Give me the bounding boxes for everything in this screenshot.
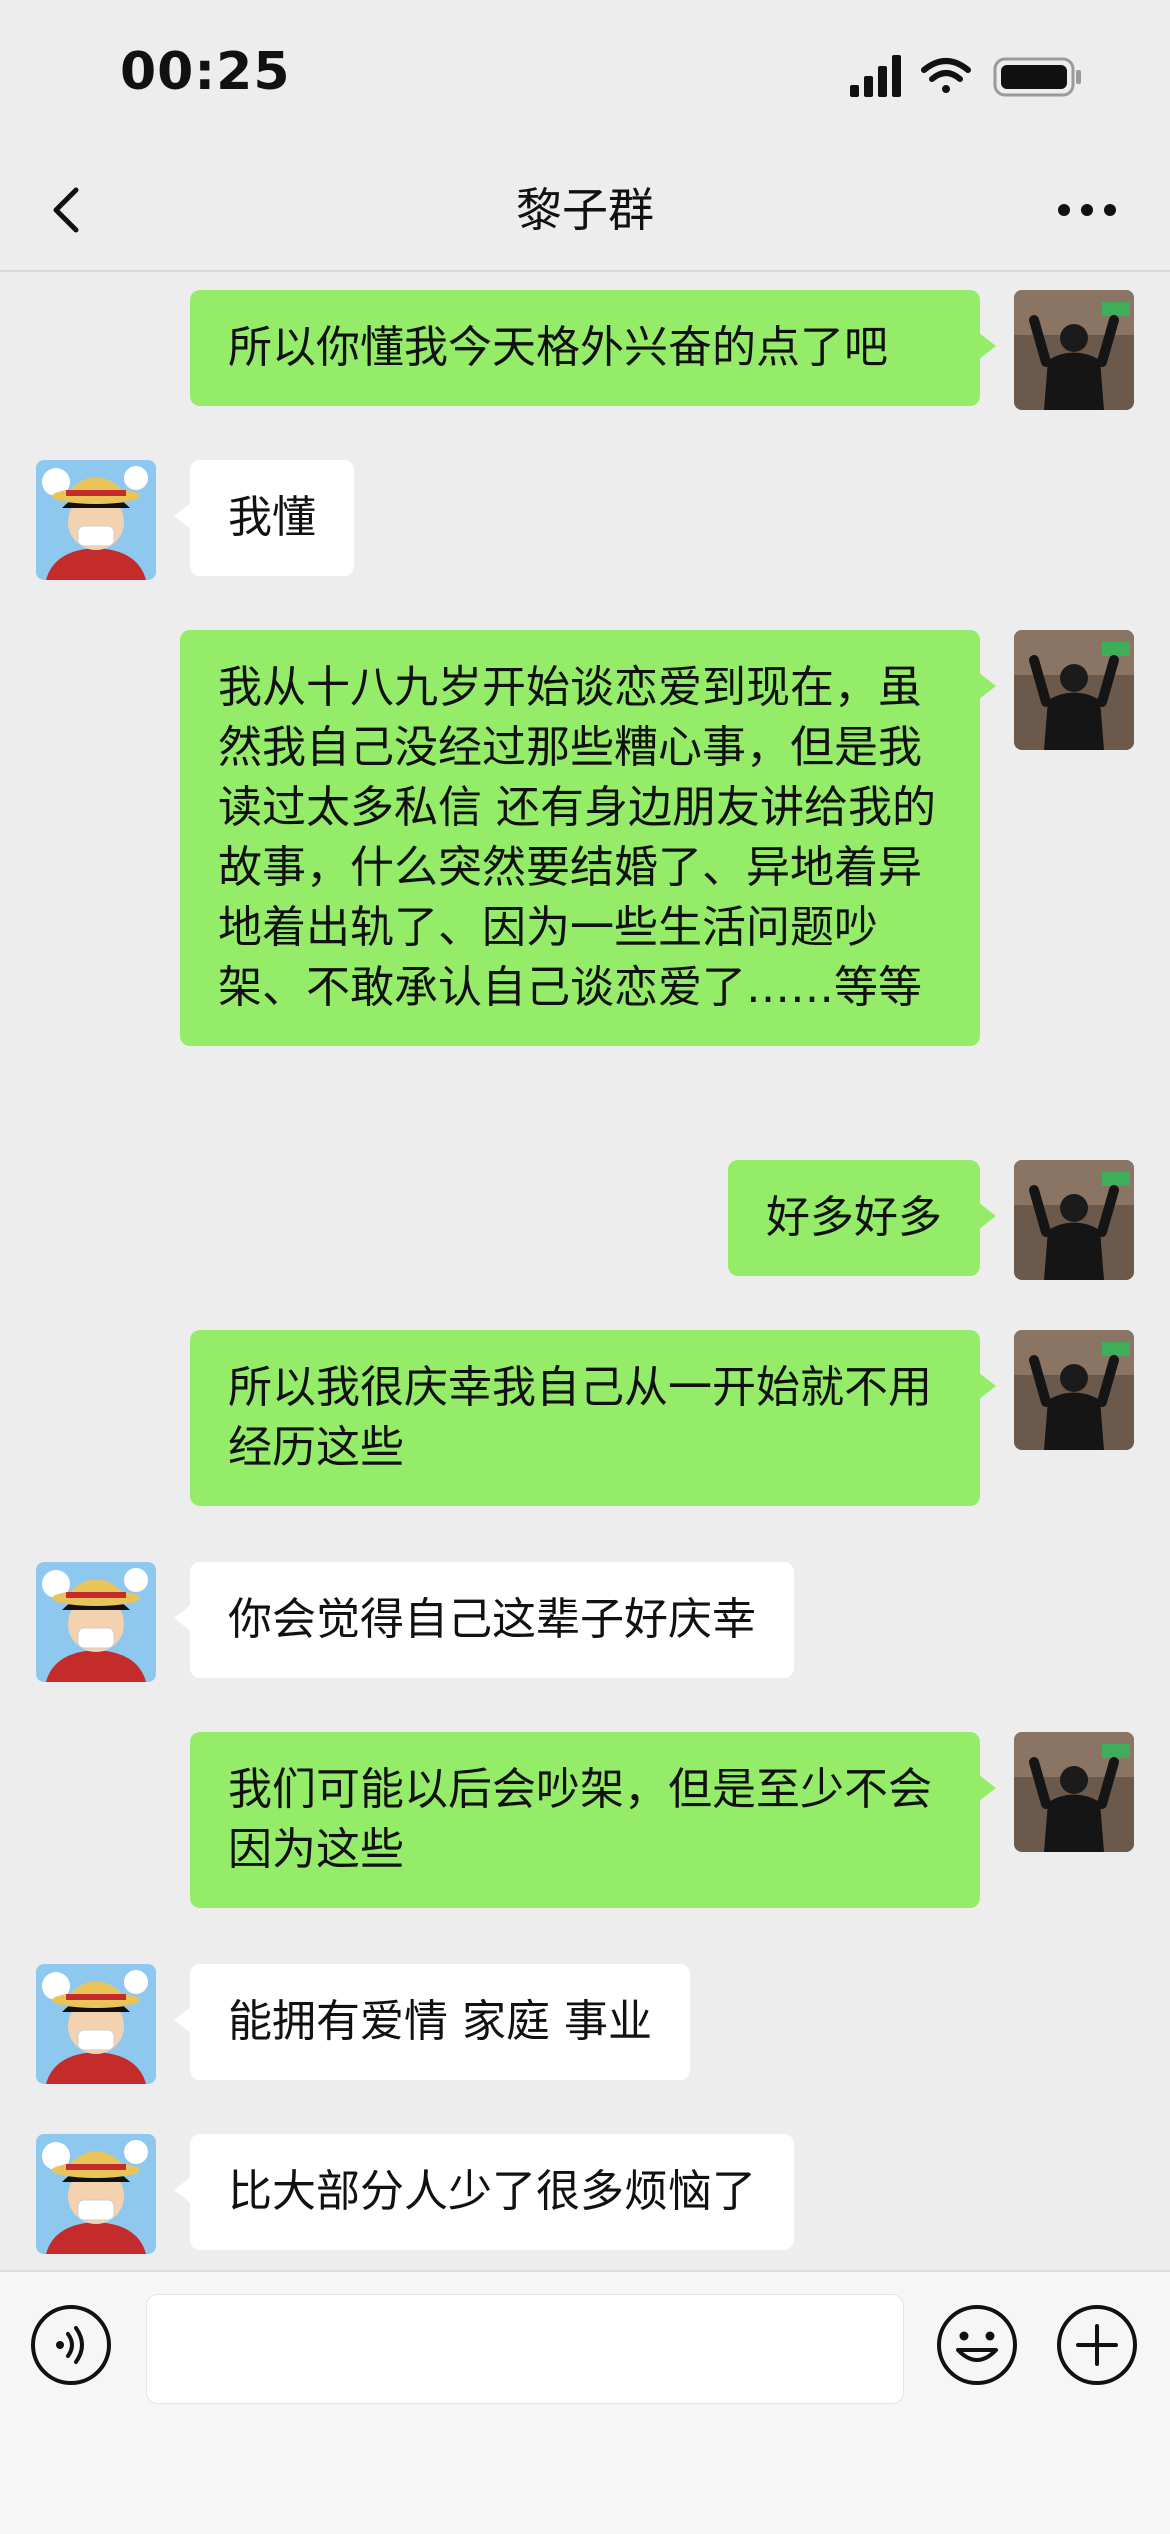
- cartoon-character-avatar: [36, 1964, 156, 2084]
- more-icon: [1058, 204, 1116, 216]
- message-bubble-sent[interactable]: 我从十八九岁开始谈恋爱到现在，虽然我自己没经过那些糟心事，但是我读过太多私信 还…: [180, 630, 996, 1046]
- status-time: 00:25: [120, 42, 291, 102]
- person-avatar-image: [1014, 1330, 1134, 1450]
- battery-icon: [993, 57, 1081, 97]
- emoji-button[interactable]: [936, 2304, 1018, 2386]
- chat-title: 黎子群: [516, 183, 654, 237]
- my-avatar[interactable]: [1014, 290, 1134, 410]
- status-bar: 00:25: [0, 0, 1170, 150]
- contact-avatar[interactable]: [36, 1562, 156, 1682]
- message-input[interactable]: [146, 2294, 904, 2404]
- message-bubble-received[interactable]: 比大部分人少了很多烦恼了: [174, 2134, 794, 2250]
- contact-avatar[interactable]: [36, 1964, 156, 2084]
- message-bubble-received[interactable]: 你会觉得自己这辈子好庆幸: [174, 1562, 794, 1678]
- voice-button[interactable]: [30, 2304, 112, 2386]
- message-bubble-received[interactable]: 我懂: [174, 460, 354, 576]
- plus-icon: [1057, 2305, 1137, 2385]
- message-bubble-sent[interactable]: 所以你懂我今天格外兴奋的点了吧: [190, 290, 996, 406]
- my-avatar[interactable]: [1014, 1732, 1134, 1852]
- voice-icon: [31, 2305, 111, 2385]
- status-icons: [850, 55, 1090, 99]
- more-button[interactable]: [1052, 180, 1122, 240]
- person-avatar-image: [1014, 1160, 1134, 1280]
- contact-avatar[interactable]: [36, 460, 156, 580]
- message-list[interactable]: 所以你懂我今天格外兴奋的点了吧 我懂 我从十八九岁开始谈恋爱到现在，虽然我自己没…: [0, 272, 1170, 2270]
- my-avatar[interactable]: [1014, 1330, 1134, 1450]
- emoji-icon: [937, 2305, 1017, 2385]
- message-bubble-received[interactable]: 能拥有爱情 家庭 事业: [174, 1964, 690, 2080]
- my-avatar[interactable]: [1014, 630, 1134, 750]
- signal-icon: [850, 55, 901, 97]
- message-bubble-sent[interactable]: 好多好多: [728, 1160, 996, 1276]
- message-bubble-sent[interactable]: 所以我很庆幸我自己从一开始就不用经历这些: [190, 1330, 996, 1506]
- input-bar: [0, 2270, 1170, 2534]
- message-bubble-sent[interactable]: 我们可能以后会吵架，但是至少不会因为这些: [190, 1732, 996, 1908]
- more-functions-button[interactable]: [1056, 2304, 1138, 2386]
- my-avatar[interactable]: [1014, 1160, 1134, 1280]
- cartoon-character-avatar: [36, 2134, 156, 2254]
- chat-header: 黎子群: [0, 150, 1170, 272]
- person-avatar-image: [1014, 290, 1134, 410]
- cartoon-character-avatar: [36, 1562, 156, 1682]
- cartoon-character-avatar: [36, 460, 156, 580]
- person-avatar-image: [1014, 1732, 1134, 1852]
- contact-avatar[interactable]: [36, 2134, 156, 2254]
- person-avatar-image: [1014, 630, 1134, 750]
- wifi-icon: [921, 58, 971, 93]
